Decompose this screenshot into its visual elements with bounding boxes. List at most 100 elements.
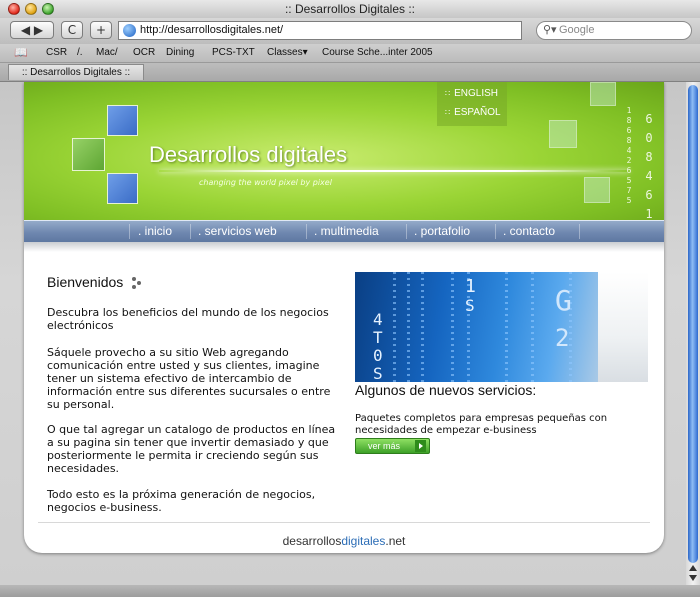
language-english-link[interactable]: ∷ ENGLISH <box>445 88 498 99</box>
decorative-square <box>72 138 105 171</box>
tab-current[interactable]: :: Desarrollos Digitales :: <box>8 64 144 80</box>
arrow-right-icon <box>415 440 426 452</box>
banner-white-panel <box>598 272 648 382</box>
nav-shadow <box>24 242 664 252</box>
banner-char: T <box>373 328 383 347</box>
footer-brand-accent: digitales <box>341 534 386 548</box>
digit: 1 <box>626 106 632 115</box>
dots-icon <box>132 277 142 289</box>
body-paragraph: O que tal agregar un catalogo de product… <box>47 423 336 475</box>
nav-separator <box>190 224 191 239</box>
vertical-scrollbar[interactable] <box>686 82 700 585</box>
decorative-square <box>590 82 616 106</box>
search-placeholder: Google <box>559 24 595 36</box>
decorative-square <box>107 105 138 136</box>
nav-item-multimedia[interactable]: . multimedia <box>314 224 379 238</box>
banner-char: 0 <box>373 346 383 365</box>
digit: 8 <box>645 150 653 164</box>
window-title: :: Desarrollos Digitales :: <box>284 2 416 16</box>
see-more-label[interactable]: ver más <box>368 439 400 453</box>
search-icon: ⚲▾ <box>543 23 557 36</box>
scrollbar-thumb[interactable] <box>688 85 698 563</box>
banner-char: S <box>465 296 475 315</box>
digit: 6 <box>645 112 653 126</box>
nav-item-servicios-web[interactable]: . servicios web <box>198 224 277 238</box>
banner-char: 1 <box>465 276 476 297</box>
decorative-square <box>549 120 577 148</box>
page-card: ∷ ENGLISH ∷ ESPAÑOL Desarrollos digitales … <box>24 82 664 553</box>
browser-toolbar: ◀ ▶ C + http://desarrollosdigitales.net/… <box>0 18 700 44</box>
nav-separator <box>129 224 130 239</box>
footer-divider <box>38 522 650 523</box>
banner-char: 2 <box>555 324 570 352</box>
binary-column <box>421 272 424 382</box>
bullet-icon: ∷ <box>445 108 451 117</box>
digit: 7 <box>626 186 632 195</box>
bookmark-item[interactable]: Course Sche...inter 2005 <box>322 47 433 58</box>
footer-brand-part: desarrollos <box>282 534 342 548</box>
window-titlebar: :: Desarrollos Digitales :: <box>0 0 700 19</box>
bullet-icon: ∷ <box>445 89 451 98</box>
search-field[interactable]: ⚲▾ Google <box>536 21 692 40</box>
url-text[interactable]: http://desarrollosdigitales.net/ <box>140 24 283 36</box>
nav-item-portafolio[interactable]: . portafolio <box>414 224 470 238</box>
binary-column <box>393 272 396 382</box>
bookmarks-bar: 📖 CSR /. Mac/ OCR Dining PCS-TXT Classes… <box>0 44 700 63</box>
digit: 0 <box>645 131 653 145</box>
scroll-down-arrow[interactable] <box>689 575 697 581</box>
digit: 8 <box>626 116 632 125</box>
add-bookmark-button[interactable]: + <box>90 21 112 39</box>
open-book-icon[interactable]: 📖 <box>14 46 28 59</box>
address-bar[interactable]: http://desarrollosdigitales.net/ <box>118 21 522 40</box>
body-paragraph: Sáquele provecho a su sitio Web agregand… <box>47 346 331 411</box>
digit: 1 <box>645 207 653 220</box>
decorative-square <box>107 173 138 204</box>
digit-column-large: 6 0 8 4 6 1 <box>642 110 656 220</box>
site-tagline: changing the world pixel by pixel <box>199 178 332 187</box>
binary-column <box>505 272 508 382</box>
digit: 6 <box>645 188 653 202</box>
nav-separator <box>495 224 496 239</box>
see-more-button[interactable]: ver más <box>355 438 430 454</box>
language-english-label[interactable]: ENGLISH <box>454 88 498 99</box>
language-selector: ∷ ENGLISH ∷ ESPAÑOL <box>437 82 507 126</box>
digit-column-small: 1 8 6 8 4 2 6 5 7 5 <box>624 106 634 206</box>
language-spanish-link[interactable]: ∷ ESPAÑOL <box>445 107 501 118</box>
digit: 4 <box>645 169 653 183</box>
header-banner: ∷ ENGLISH ∷ ESPAÑOL Desarrollos digitales … <box>24 82 664 220</box>
nav-separator <box>406 224 407 239</box>
back-forward-button[interactable]: ◀ ▶ <box>10 21 54 39</box>
bookmark-item[interactable]: Mac/ <box>96 47 118 58</box>
binary-column <box>407 272 410 382</box>
intro-paragraph: Descubra los beneficios del mundo de los… <box>47 306 329 332</box>
tab-bar: :: Desarrollos Digitales :: <box>0 63 700 82</box>
banner-char: G <box>555 284 572 317</box>
binary-column <box>451 272 454 382</box>
bookmark-item[interactable]: OCR <box>133 47 155 58</box>
reload-button[interactable]: C <box>61 21 83 39</box>
nav-item-inicio[interactable]: . inicio <box>138 224 172 238</box>
language-spanish-label[interactable]: ESPAÑOL <box>454 107 501 118</box>
services-description: Paquetes completos para empresas pequeña… <box>355 413 608 436</box>
bookmark-item[interactable]: /. <box>77 47 83 58</box>
bookmark-item[interactable]: CSR <box>46 47 67 58</box>
services-heading: Algunos de nuevos servicios: <box>355 382 537 398</box>
decorative-square <box>584 177 610 203</box>
digit: 5 <box>626 196 632 205</box>
services-banner-image: 1 S 4 T 0 S G 2 <box>355 272 598 382</box>
digit: 4 <box>626 146 632 155</box>
bookmark-item[interactable]: Classes▾ <box>267 47 308 58</box>
bookmark-item[interactable]: PCS-TXT <box>212 47 255 58</box>
scroll-up-arrow[interactable] <box>689 565 697 571</box>
globe-icon <box>123 24 136 37</box>
footer-brand-suffix: .net <box>385 534 406 548</box>
digit: 5 <box>626 176 632 185</box>
nav-separator <box>579 224 580 239</box>
bookmark-item[interactable]: Dining <box>166 47 194 58</box>
nav-item-contacto[interactable]: . contacto <box>503 224 555 238</box>
digit: 2 <box>626 156 632 165</box>
site-logo-text: Desarrollos digitales <box>149 142 348 167</box>
digit: 6 <box>626 126 632 135</box>
digit: 8 <box>626 136 632 145</box>
site-footer: desarrollosdigitales.net <box>24 534 664 548</box>
